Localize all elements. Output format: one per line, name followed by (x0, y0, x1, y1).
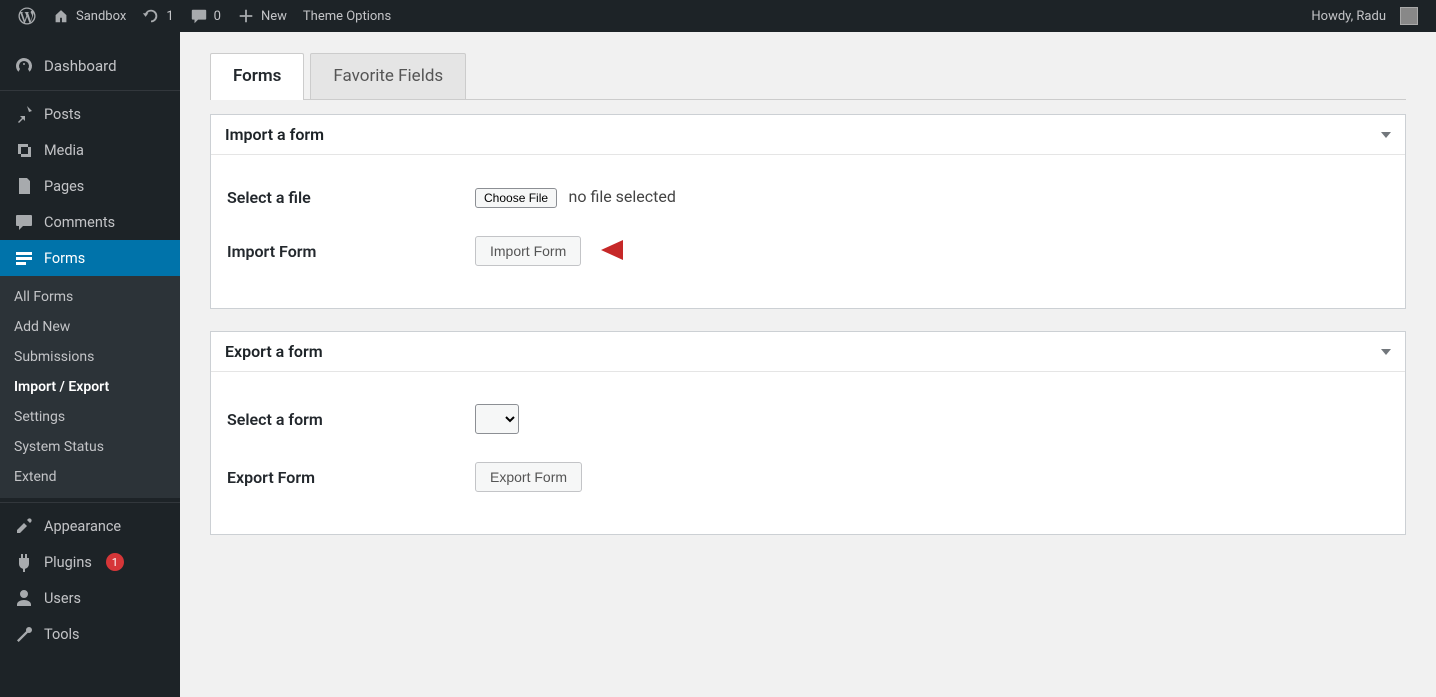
sidebar-item-posts[interactable]: Posts (0, 96, 180, 132)
sidebar-label-pages: Pages (44, 178, 84, 195)
tabs-nav: Forms Favorite Fields (210, 52, 1406, 99)
sidebar-label-appearance: Appearance (44, 518, 121, 535)
wordpress-icon (18, 7, 36, 25)
forms-icon (14, 248, 34, 268)
theme-options-label: Theme Options (303, 9, 391, 24)
plus-icon (237, 7, 255, 25)
sidebar-sub-extend[interactable]: Extend (0, 462, 180, 492)
home-icon (52, 7, 70, 25)
import-panel-header[interactable]: Import a form (211, 115, 1405, 155)
tab-favorite-fields[interactable]: Favorite Fields (310, 53, 466, 100)
sidebar-item-dashboard[interactable]: Dashboard (0, 46, 180, 86)
updates-count: 1 (166, 9, 173, 24)
avatar (1400, 7, 1418, 25)
plugins-icon (14, 552, 34, 572)
site-name-menu[interactable]: Sandbox (44, 0, 134, 32)
export-form-panel: Export a form Select a form Export Form … (210, 331, 1406, 535)
sidebar-item-forms[interactable]: Forms (0, 240, 180, 276)
annotation-arrow-icon (593, 228, 753, 268)
sidebar-item-comments[interactable]: Comments (0, 204, 180, 240)
updates-icon (142, 7, 160, 25)
dashboard-icon (14, 56, 34, 76)
sidebar-item-media[interactable]: Media (0, 132, 180, 168)
sidebar-item-pages[interactable]: Pages (0, 168, 180, 204)
sidebar-sub-submissions[interactable]: Submissions (0, 342, 180, 372)
comments-menu[interactable]: 0 (182, 0, 229, 32)
import-form-panel: Import a form Select a file Choose File … (210, 114, 1406, 309)
howdy-label: Howdy, Radu (1311, 9, 1386, 24)
new-content-menu[interactable]: New (229, 0, 295, 32)
sidebar-label-forms: Forms (44, 250, 85, 267)
export-form-label: Export Form (227, 468, 475, 487)
comment-icon (190, 7, 208, 25)
chevron-down-icon (1381, 132, 1391, 138)
sidebar-sub-settings[interactable]: Settings (0, 402, 180, 432)
sidebar-sub-all-forms[interactable]: All Forms (0, 282, 180, 312)
sidebar-item-users[interactable]: Users (0, 580, 180, 616)
comments-icon (14, 212, 34, 232)
sidebar-item-tools[interactable]: Tools (0, 616, 180, 652)
select-form-label: Select a form (227, 410, 475, 429)
users-icon (14, 588, 34, 608)
export-form-button[interactable]: Export Form (475, 462, 582, 492)
sidebar-item-appearance[interactable]: Appearance (0, 508, 180, 544)
file-selected-status: no file selected (569, 187, 676, 206)
sidebar-sub-system-status[interactable]: System Status (0, 432, 180, 462)
updates-menu[interactable]: 1 (134, 0, 181, 32)
media-icon (14, 140, 34, 160)
sidebar-submenu-forms: All Forms Add New Submissions Import / E… (0, 276, 180, 498)
theme-options-menu[interactable]: Theme Options (295, 0, 399, 32)
main-content: Forms Favorite Fields Import a form Sele… (180, 32, 1436, 697)
site-name-label: Sandbox (76, 9, 126, 24)
appearance-icon (14, 516, 34, 536)
import-form-button[interactable]: Import Form (475, 236, 581, 266)
select-file-label: Select a file (227, 188, 475, 207)
sidebar-label-dashboard: Dashboard (44, 57, 117, 75)
sidebar-label-users: Users (44, 590, 81, 607)
tab-forms[interactable]: Forms (210, 53, 304, 100)
admin-bar: Sandbox 1 0 New Theme Options Howdy, Rad… (0, 0, 1436, 32)
wp-logo-menu[interactable] (10, 0, 44, 32)
import-panel-title: Import a form (225, 125, 324, 144)
tools-icon (14, 624, 34, 644)
sidebar-sub-add-new[interactable]: Add New (0, 312, 180, 342)
new-label: New (261, 9, 287, 24)
sidebar-label-plugins: Plugins (44, 554, 92, 571)
my-account-menu[interactable]: Howdy, Radu (1303, 0, 1426, 32)
sidebar-label-comments: Comments (44, 214, 115, 231)
pages-icon (14, 176, 34, 196)
admin-sidebar: Dashboard Posts Media Pages Comments For… (0, 32, 180, 697)
export-panel-header[interactable]: Export a form (211, 332, 1405, 372)
sidebar-item-plugins[interactable]: Plugins 1 (0, 544, 180, 580)
pin-icon (14, 104, 34, 124)
sidebar-sub-import-export[interactable]: Import / Export (0, 372, 180, 402)
chevron-down-icon (1381, 349, 1391, 355)
sidebar-label-media: Media (44, 142, 84, 159)
plugins-update-badge: 1 (106, 553, 124, 571)
comments-count: 0 (214, 9, 221, 24)
sidebar-label-posts: Posts (44, 106, 81, 123)
choose-file-button[interactable]: Choose File (475, 188, 557, 208)
export-panel-title: Export a form (225, 342, 323, 361)
export-form-select[interactable] (475, 404, 519, 434)
sidebar-label-tools: Tools (44, 626, 80, 643)
import-form-label: Import Form (227, 242, 475, 261)
